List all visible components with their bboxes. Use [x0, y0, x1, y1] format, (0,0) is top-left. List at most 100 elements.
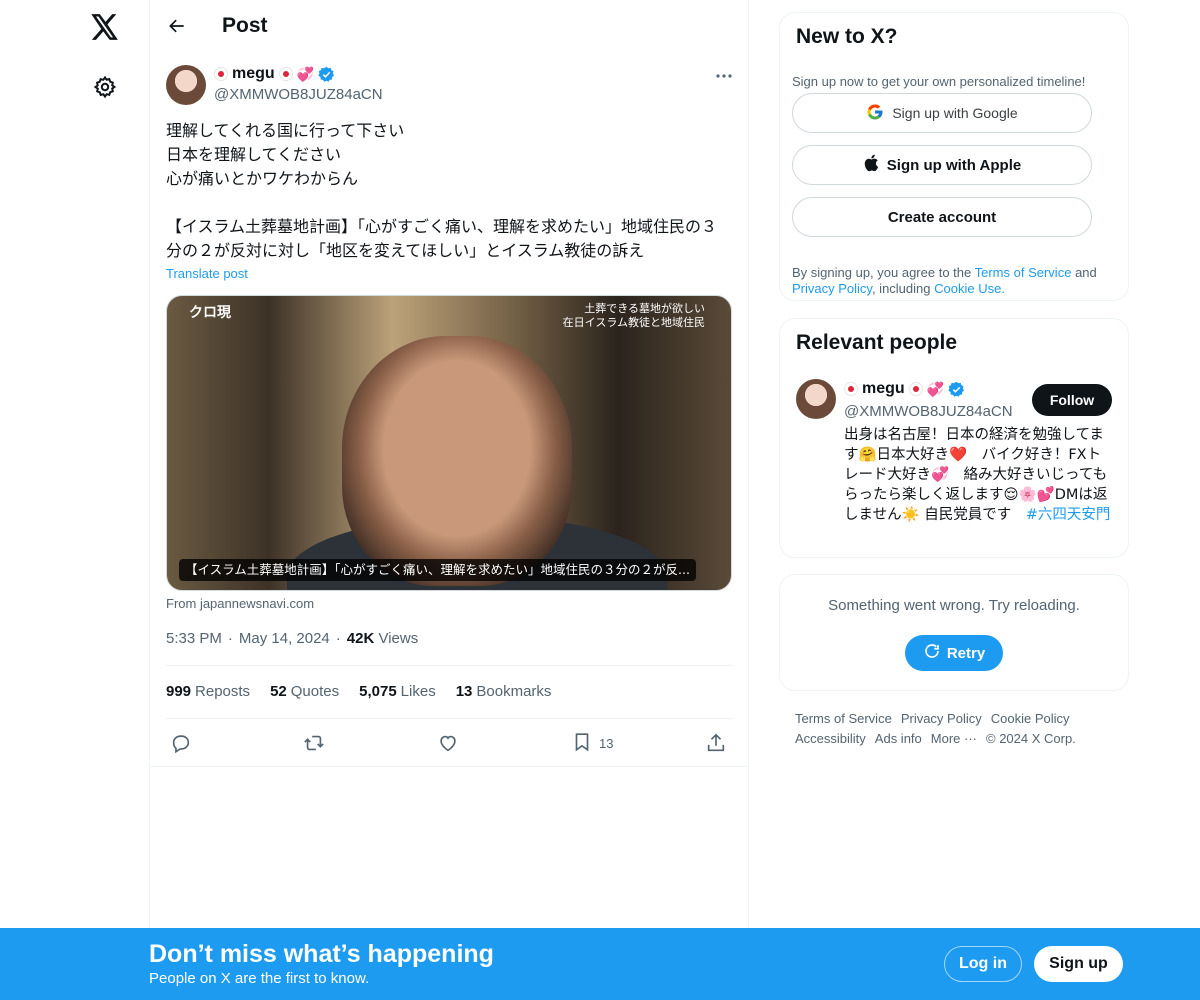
apple-icon — [863, 154, 879, 176]
avatar[interactable] — [796, 379, 836, 419]
signup-google-button[interactable]: Sign up with Google — [792, 93, 1092, 133]
legal-text: , including — [871, 281, 931, 296]
views: 42K Views — [347, 630, 418, 647]
more-options-icon[interactable] — [712, 66, 736, 86]
legal-text: By signing up, you agree to the — [792, 265, 972, 280]
signup-title: New to X? — [796, 25, 898, 48]
retry-label: Retry — [946, 644, 986, 662]
footer-copyright: © 2024 X Corp. — [986, 731, 1076, 746]
main-column: Post megu 💞 @XMMWOB8JUZ84aCN 理解してくれる国に行っ… — [150, 0, 749, 1000]
create-account-button[interactable]: Create account — [792, 197, 1092, 237]
post-time[interactable]: 5:33 PM — [166, 630, 222, 647]
page-title: Post — [222, 14, 268, 37]
relevant-people-title: Relevant people — [796, 331, 958, 354]
person-bio: 出身は名古屋！日本の経済を勉強してます🤗日本大好き❤️ バイク好き！FXトレード… — [844, 425, 1114, 525]
japan-flag-icon — [908, 382, 923, 396]
japan-flag-icon — [214, 67, 228, 81]
post-meta: 5:33 PM · May 14, 2024 · 42K Views — [166, 630, 418, 647]
media-corner-text: 土葬できる墓地が欲しい 在日イスラム教徒と地域住民 — [563, 302, 705, 330]
likes-stat[interactable]: 5,075 Likes — [359, 683, 436, 700]
media-corner-logo: クロ現 — [189, 305, 231, 321]
error-message: Something went wrong. Try reloading. — [828, 597, 1080, 614]
footer-privacy-link[interactable]: Privacy Policy — [901, 709, 982, 729]
bio-hashtag-link[interactable]: #六四天安門 — [1026, 507, 1111, 523]
post-date[interactable]: May 14, 2024 — [239, 630, 330, 647]
retry-button[interactable]: Retry — [905, 635, 1003, 671]
like-icon[interactable] — [437, 730, 459, 756]
bottom-banner: Don’t miss what’s happening People on X … — [0, 928, 1200, 1000]
footer-terms-link[interactable]: Terms of Service — [795, 709, 892, 729]
signup-google-label: Sign up with Google — [892, 105, 1018, 121]
hearts-icon: 💞 — [296, 65, 315, 82]
media-corner-line2: 在日イスラム教徒と地域住民 — [562, 316, 705, 329]
signup-card: New to X? Sign up now to get your own pe… — [779, 12, 1129, 301]
verified-badge-icon — [318, 66, 335, 83]
post-media-video[interactable]: クロ現 土葬できる墓地が欲しい 在日イスラム教徒と地域住民 【イスラム土葬墓地計… — [166, 295, 732, 591]
views-label: Views — [378, 630, 419, 647]
post-header: Post — [150, 0, 748, 53]
reply-icon[interactable] — [170, 730, 192, 756]
views-count: 42K — [346, 630, 375, 647]
cookie-link[interactable]: Cookie Use. — [934, 281, 1005, 296]
bookmarks-stat[interactable]: 13 Bookmarks — [456, 683, 552, 700]
divider — [166, 665, 733, 666]
person-handle[interactable]: @XMMWOB8JUZ84aCN — [844, 403, 1013, 420]
footer-accessibility-link[interactable]: Accessibility — [795, 729, 866, 749]
relevant-people-card: Relevant people megu 💞 @XMMWOB8JUZ84aCN … — [779, 318, 1129, 558]
divider — [150, 766, 749, 767]
footer-cookie-link[interactable]: Cookie Policy — [991, 709, 1070, 729]
bookmark-button[interactable]: 13 — [571, 730, 613, 756]
post-actions: 13 — [166, 730, 733, 758]
signup-apple-label: Sign up with Apple — [886, 156, 1022, 174]
bookmarks-label: Bookmarks — [476, 683, 552, 700]
japan-flag-icon — [844, 382, 858, 396]
signup-button[interactable]: Sign up — [1034, 946, 1123, 982]
reposts-stat[interactable]: 999 Reposts — [166, 683, 250, 700]
bookmark-icon — [571, 731, 593, 756]
reposts-count: 999 — [166, 683, 192, 700]
dot-separator: · — [335, 630, 341, 647]
bookmarks-count: 13 — [455, 683, 473, 700]
left-nav — [0, 0, 150, 1000]
quotes-label: Quotes — [290, 683, 340, 700]
refresh-icon — [923, 642, 941, 664]
privacy-link[interactable]: Privacy Policy — [792, 281, 872, 296]
avatar[interactable] — [166, 65, 206, 105]
post-author: megu 💞 @XMMWOB8JUZ84aCN — [166, 64, 736, 108]
footer-more-link[interactable]: More ··· — [931, 729, 977, 749]
banner-title: Don’t miss what’s happening — [149, 940, 494, 968]
verified-badge-icon — [948, 381, 965, 398]
translate-post-link[interactable]: Translate post — [166, 266, 248, 281]
reposts-label: Reposts — [195, 683, 251, 700]
gear-icon[interactable] — [91, 73, 119, 101]
dot-separator: · — [227, 630, 233, 647]
back-arrow-icon[interactable] — [164, 13, 190, 39]
author-handle[interactable]: @XMMWOB8JUZ84aCN — [214, 86, 383, 103]
repost-icon[interactable] — [303, 730, 325, 756]
media-source[interactable]: From japannewsnavi.com — [166, 596, 314, 611]
signup-legal: By signing up, you agree to the Terms of… — [792, 265, 1122, 297]
author-name-row[interactable]: megu 💞 — [214, 65, 335, 83]
author-name: megu — [232, 65, 275, 82]
quotes-stat[interactable]: 52 Quotes — [270, 683, 339, 700]
footer-ads-link[interactable]: Ads info — [875, 729, 922, 749]
likes-count: 5,075 — [359, 683, 397, 700]
signup-apple-button[interactable]: Sign up with Apple — [792, 145, 1092, 185]
login-button[interactable]: Log in — [944, 946, 1022, 982]
signup-subtitle: Sign up now to get your own personalized… — [792, 74, 1086, 89]
x-logo-icon[interactable] — [87, 9, 123, 45]
media-person-face — [342, 336, 572, 586]
quotes-count: 52 — [270, 683, 287, 700]
share-icon[interactable] — [705, 730, 727, 756]
banner-subtitle: People on X are the first to know. — [149, 970, 370, 987]
footer-links: Terms of Service Privacy Policy Cookie Pol… — [795, 709, 1125, 749]
person-name-row[interactable]: megu 💞 — [844, 380, 965, 398]
bookmark-count: 13 — [599, 735, 614, 751]
google-icon — [866, 103, 884, 124]
post-text: 理解してくれる国に行って下さい 日本を理解してください 心が痛いとかワケわからん… — [166, 121, 718, 260]
person-name: megu — [862, 380, 905, 397]
terms-link[interactable]: Terms of Service — [975, 265, 1072, 280]
follow-button[interactable]: Follow — [1032, 384, 1112, 416]
post-stats: 999 Reposts 52 Quotes 5,075 Likes 13 Bookmar… — [166, 683, 551, 700]
media-corner-line1: 土葬できる墓地が欲しい — [584, 302, 705, 315]
